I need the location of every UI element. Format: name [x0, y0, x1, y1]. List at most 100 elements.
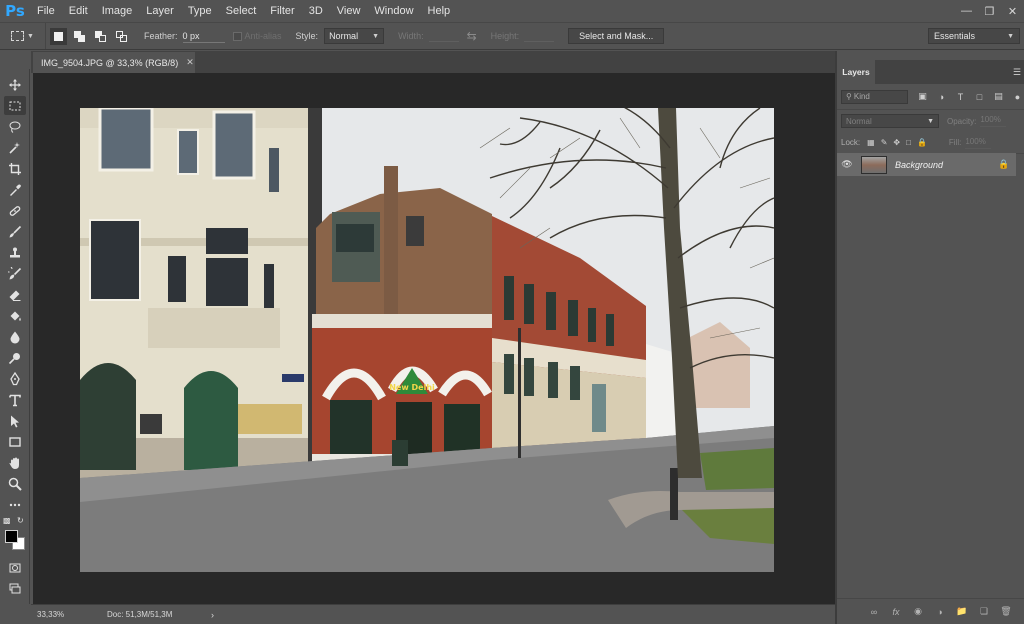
- chevron-right-icon[interactable]: ›: [211, 610, 214, 620]
- tab-layers[interactable]: Layers: [837, 60, 875, 84]
- filter-toggle-icon[interactable]: ●: [1011, 91, 1024, 103]
- menu-layer[interactable]: Layer: [139, 0, 181, 22]
- menu-filter[interactable]: Filter: [263, 0, 301, 22]
- path-selection-tool-icon[interactable]: [4, 411, 26, 430]
- style-label: Style:: [295, 31, 319, 41]
- layer-filter-icons: ▣ ◑ T □ ▤ ●: [916, 91, 1024, 103]
- minimize-icon[interactable]: —: [955, 0, 978, 22]
- document-tab[interactable]: IMG_9504.JPG @ 33,3% (RGB/8) ✕: [33, 52, 195, 73]
- menu-3d[interactable]: 3D: [302, 0, 330, 22]
- search-icon: ⚲: [846, 92, 852, 101]
- lock-icon[interactable]: 🔒: [998, 159, 1016, 170]
- anti-alias-checkbox[interactable]: Anti-alias: [232, 31, 282, 41]
- type-tool-icon[interactable]: [4, 390, 26, 409]
- smart-object-filter-icon[interactable]: ▤: [992, 91, 1005, 103]
- grass: [700, 448, 774, 490]
- fill-input[interactable]: 100%: [965, 137, 992, 149]
- new-selection-button[interactable]: [50, 27, 67, 45]
- default-colors-icon[interactable]: ▩: [3, 516, 11, 525]
- eyedropper-tool-icon[interactable]: [4, 180, 26, 199]
- workspace-select[interactable]: Essentials ▼: [928, 28, 1020, 44]
- panel-menu-icon[interactable]: ☰: [1013, 67, 1021, 78]
- lock-transparent-icon[interactable]: ▦: [867, 138, 875, 147]
- height-input[interactable]: [524, 30, 555, 42]
- feather-input[interactable]: 0 px: [182, 29, 225, 43]
- lock-all-icon[interactable]: 🔒: [917, 138, 927, 147]
- lasso-tool-icon[interactable]: [4, 117, 26, 136]
- menu-type[interactable]: Type: [181, 0, 219, 22]
- edit-toolbar-icon[interactable]: [4, 495, 26, 514]
- type-layer-filter-icon[interactable]: T: [954, 91, 967, 103]
- visibility-eye-icon[interactable]: 👁: [837, 159, 857, 170]
- zoom-tool-icon[interactable]: [4, 474, 26, 493]
- style-value: Normal: [329, 31, 359, 41]
- close-tab-icon[interactable]: ✕: [186, 57, 194, 68]
- hand-tool-icon[interactable]: [4, 453, 26, 472]
- layers-panel-tabbar: Layers ☰: [837, 60, 1024, 84]
- opacity-input[interactable]: 100%: [980, 115, 1007, 127]
- menu-view[interactable]: View: [330, 0, 368, 22]
- swap-colors-icon[interactable]: ↻: [17, 516, 24, 525]
- foreground-color-swatch[interactable]: [5, 530, 18, 543]
- dodge-tool-icon[interactable]: [4, 348, 26, 367]
- menu-edit[interactable]: Edit: [62, 0, 95, 22]
- lock-artboard-icon[interactable]: □: [906, 138, 911, 147]
- lock-image-icon[interactable]: ✎: [881, 138, 888, 147]
- select-and-mask-button[interactable]: Select and Mask...: [568, 28, 665, 44]
- pen-tool-icon[interactable]: [4, 369, 26, 388]
- close-icon[interactable]: ✕: [1001, 0, 1024, 22]
- window: [406, 216, 424, 246]
- layer-row[interactable]: 👁 Background 🔒: [837, 153, 1016, 176]
- layer-name[interactable]: Background: [895, 160, 998, 170]
- adjustment-layer-filter-icon[interactable]: ◑: [935, 91, 948, 103]
- add-mask-icon[interactable]: ◉: [912, 606, 924, 618]
- menu-window[interactable]: Window: [367, 0, 420, 22]
- layer-style-icon[interactable]: fx: [890, 606, 902, 618]
- lock-position-icon[interactable]: ✥: [893, 138, 900, 147]
- rectangle-tool-icon[interactable]: [4, 432, 26, 451]
- height-label: Height:: [490, 31, 520, 41]
- blend-mode-select[interactable]: Normal ▼: [841, 114, 939, 128]
- shape-layer-filter-icon[interactable]: □: [973, 91, 986, 103]
- clone-stamp-tool-icon[interactable]: [4, 243, 26, 262]
- menu-file[interactable]: File: [30, 0, 62, 22]
- menu-help[interactable]: Help: [421, 0, 458, 22]
- width-label: Width:: [398, 31, 424, 41]
- new-layer-icon[interactable]: ❏: [978, 606, 990, 618]
- blur-tool-icon[interactable]: [4, 327, 26, 346]
- crop-tool-icon[interactable]: [4, 159, 26, 178]
- add-to-selection-button[interactable]: [71, 28, 88, 45]
- layer-kind-filter[interactable]: ⚲ Kind: [841, 89, 908, 104]
- delete-layer-icon[interactable]: 🗑: [1000, 606, 1012, 618]
- restore-icon[interactable]: ❐: [978, 0, 1001, 22]
- zoom-level[interactable]: 33,33%: [37, 610, 87, 619]
- quick-mask-icon[interactable]: [4, 558, 26, 577]
- link-layers-icon[interactable]: ∞: [868, 606, 880, 618]
- new-group-icon[interactable]: 📁: [956, 606, 968, 618]
- history-brush-tool-icon[interactable]: [4, 264, 26, 283]
- menu-image[interactable]: Image: [95, 0, 140, 22]
- move-tool-icon[interactable]: [4, 75, 26, 94]
- width-input[interactable]: [428, 30, 459, 42]
- screen-mode-icon[interactable]: [4, 579, 26, 598]
- spot-healing-tool-icon[interactable]: [4, 201, 26, 220]
- subtract-from-selection-button[interactable]: [92, 28, 109, 45]
- style-select[interactable]: Normal ▼: [324, 28, 385, 44]
- paint-bucket-tool-icon[interactable]: [4, 306, 26, 325]
- rectangular-marquee-tool-icon[interactable]: [4, 96, 26, 115]
- layer-filter-row: ⚲ Kind ▣ ◑ T □ ▤ ●: [837, 84, 1024, 110]
- eraser-tool-icon[interactable]: [4, 285, 26, 304]
- swap-width-height-icon[interactable]: ⇆: [467, 29, 477, 43]
- lock-row: Lock: ▦ ✎ ✥ □ 🔒 Fill: 100%: [837, 132, 1024, 154]
- menu-bar: Ps File Edit Image Layer Type Select Fil…: [0, 0, 1024, 22]
- document-canvas-image[interactable]: New Delhi: [80, 108, 774, 572]
- document-tab-bar: IMG_9504.JPG @ 33,3% (RGB/8) ✕: [31, 51, 835, 73]
- menu-select[interactable]: Select: [219, 0, 264, 22]
- new-adjustment-layer-icon[interactable]: ◑: [934, 606, 946, 618]
- tool-preset-picker[interactable]: ▼: [0, 23, 46, 49]
- blend-mode-value: Normal: [846, 116, 872, 126]
- quick-selection-tool-icon[interactable]: [4, 138, 26, 157]
- intersect-selection-button[interactable]: [113, 28, 130, 45]
- pixel-layer-filter-icon[interactable]: ▣: [916, 91, 929, 103]
- brush-tool-icon[interactable]: [4, 222, 26, 241]
